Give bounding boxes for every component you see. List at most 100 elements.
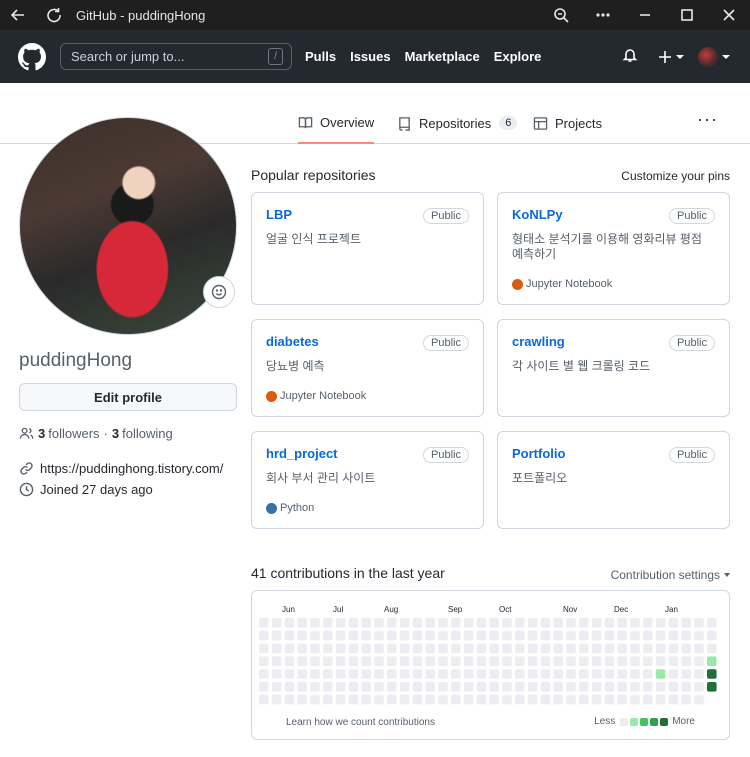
contribution-day[interactable] [399,682,410,692]
contribution-day[interactable] [271,656,282,666]
contribution-day[interactable] [323,630,333,641]
contribution-day[interactable] [707,669,717,679]
contribution-day[interactable] [489,656,499,666]
contribution-day[interactable] [540,656,551,666]
contribution-day[interactable] [681,656,691,666]
contribution-day[interactable] [476,669,487,679]
contribution-day[interactable] [259,669,269,679]
contribution-day[interactable] [489,669,499,679]
contribution-day[interactable] [412,669,423,679]
contribution-day[interactable] [579,682,589,692]
contribution-day[interactable] [630,656,640,666]
contribution-day[interactable] [284,643,295,654]
contribution-day[interactable] [297,630,307,641]
tab-projects[interactable]: Projects [533,102,602,144]
set-status-button[interactable] [203,276,235,308]
contribution-day[interactable] [451,618,461,628]
contribution-day[interactable] [297,618,307,628]
contribution-day[interactable] [694,656,704,666]
contribution-day[interactable] [387,682,397,692]
contribution-day[interactable] [297,643,307,654]
contribution-day[interactable] [463,694,474,705]
contribution-day[interactable] [668,656,679,666]
contribution-day[interactable] [489,694,499,705]
contribution-day[interactable] [323,682,333,692]
contribution-day[interactable] [604,682,615,692]
contribution-day[interactable] [604,630,615,641]
contribution-day[interactable] [323,643,333,654]
contribution-day[interactable] [374,694,384,705]
contribution-day[interactable] [284,694,295,705]
contribution-day[interactable] [515,656,525,666]
contribution-day[interactable] [412,630,423,641]
contribution-day[interactable] [502,630,512,641]
contribution-day[interactable] [694,618,704,628]
contribution-day[interactable] [566,630,576,641]
tab-repositories[interactable]: Repositories 6 [397,102,518,144]
following-count[interactable]: 3 [112,426,119,441]
contribution-day[interactable] [425,618,435,628]
contribution-day[interactable] [271,630,282,641]
contribution-day[interactable] [540,669,551,679]
contribution-day[interactable] [655,656,666,666]
contribution-day[interactable] [463,618,474,628]
contribution-day[interactable] [630,694,640,705]
contribution-day[interactable] [527,618,538,628]
contribution-day[interactable] [617,669,627,679]
contribution-day[interactable] [655,643,666,654]
user-menu-dropdown[interactable] [698,46,730,67]
contribution-day[interactable] [579,643,589,654]
contribution-day[interactable] [310,643,320,654]
contribution-day[interactable] [681,682,691,692]
contribution-day[interactable] [643,656,653,666]
contribution-day[interactable] [655,618,666,628]
contribution-day[interactable] [502,643,512,654]
contribution-day[interactable] [451,669,461,679]
contribution-day[interactable] [694,630,704,641]
contribution-day[interactable] [361,694,371,705]
contribution-day[interactable] [502,669,512,679]
customize-pins-link[interactable]: Customize your pins [621,169,730,183]
contribution-day[interactable] [348,630,359,641]
contribution-day[interactable] [463,669,474,679]
contribution-day[interactable] [463,682,474,692]
nav-pulls[interactable]: Pulls [305,49,336,64]
contribution-day[interactable] [566,682,576,692]
contribution-day[interactable] [540,643,551,654]
contribution-day[interactable] [438,669,448,679]
contribution-day[interactable] [476,618,487,628]
contribution-day[interactable] [502,656,512,666]
contribution-day[interactable] [425,656,435,666]
contribution-day[interactable] [374,630,384,641]
contribution-day[interactable] [502,618,512,628]
contribution-day[interactable] [399,656,410,666]
contribution-day[interactable] [271,694,282,705]
contribution-day[interactable] [694,682,704,692]
contribution-day[interactable] [668,618,679,628]
contribution-day[interactable] [438,643,448,654]
edit-profile-button[interactable]: Edit profile [19,383,237,411]
contribution-day[interactable] [412,618,423,628]
contribution-day[interactable] [476,682,487,692]
more-menu-icon[interactable] [582,0,624,30]
contribution-day[interactable] [451,682,461,692]
contribution-day[interactable] [284,630,295,641]
contribution-day[interactable] [515,669,525,679]
contribution-day[interactable] [374,618,384,628]
search-input[interactable]: Search or jump to... / [60,43,292,70]
contribution-day[interactable] [310,669,320,679]
contribution-day[interactable] [515,682,525,692]
contribution-day[interactable] [566,643,576,654]
contribution-day[interactable] [374,669,384,679]
contribution-day[interactable] [502,694,512,705]
contribution-day[interactable] [591,669,602,679]
contribution-day[interactable] [681,694,691,705]
back-arrow-icon[interactable] [0,0,36,30]
contribution-day[interactable] [438,618,448,628]
contribution-day[interactable] [476,694,487,705]
contribution-day[interactable] [707,682,717,692]
contribution-day[interactable] [643,669,653,679]
contribution-day[interactable] [284,682,295,692]
contribution-day[interactable] [399,643,410,654]
contribution-day[interactable] [630,630,640,641]
